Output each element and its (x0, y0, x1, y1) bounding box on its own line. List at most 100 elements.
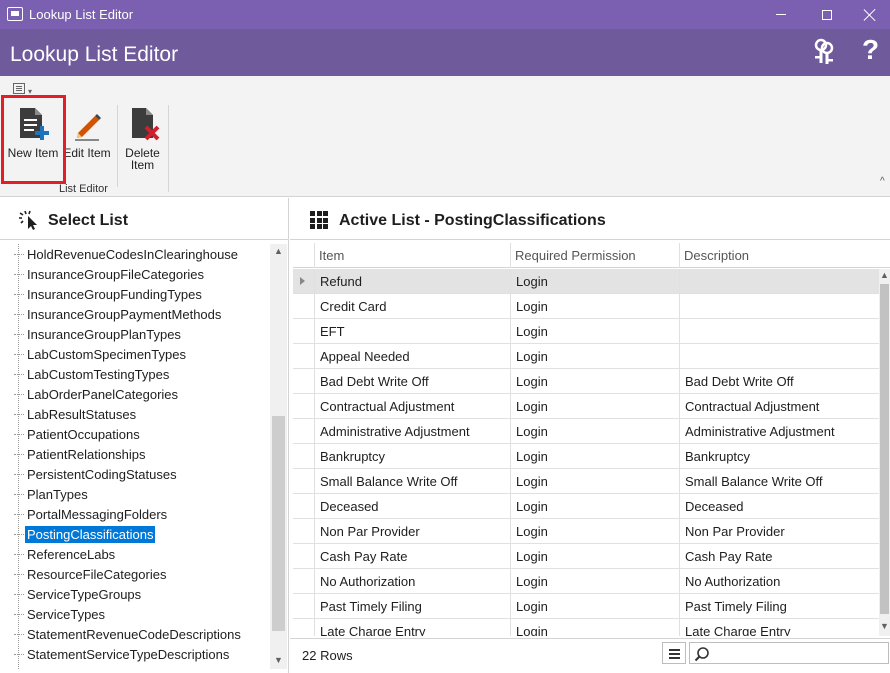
tree-item[interactable]: ResourceFileCategories (4, 564, 270, 584)
scroll-down-icon[interactable]: ▼ (270, 655, 287, 665)
column-header-description[interactable]: Description (679, 243, 879, 268)
cell-item[interactable]: Bankruptcy (314, 444, 510, 469)
cell-item[interactable]: Bad Debt Write Off (314, 369, 510, 394)
ribbon-collapse-icon[interactable]: ^ (880, 176, 885, 187)
tree-item[interactable]: PersistentCodingStatuses (4, 464, 270, 484)
cell-description[interactable]: Bankruptcy (679, 444, 879, 469)
table-row[interactable]: Late Charge Entry Login Late Charge Entry (293, 619, 879, 636)
tree-item[interactable]: InsuranceGroupPaymentMethods (4, 304, 270, 324)
scroll-up-icon[interactable]: ▲ (879, 270, 890, 280)
table-row[interactable]: No Authorization Login No Authorization (293, 569, 879, 594)
cell-item[interactable]: Late Charge Entry (314, 619, 510, 636)
table-row[interactable]: EFT Login (293, 319, 879, 344)
table-row[interactable]: Administrative Adjustment Login Administra… (293, 419, 879, 444)
cell-description[interactable]: Non Par Provider (679, 519, 879, 544)
table-row[interactable]: Non Par Provider Login Non Par Provider (293, 519, 879, 544)
cell-required-permission[interactable]: Login (510, 394, 679, 419)
cell-required-permission[interactable]: Login (510, 619, 679, 636)
table-row[interactable]: Refund Login (293, 269, 879, 294)
cell-item[interactable]: Small Balance Write Off (314, 469, 510, 494)
cell-item[interactable]: No Authorization (314, 569, 510, 594)
cell-description[interactable] (679, 319, 879, 344)
cell-required-permission[interactable]: Login (510, 469, 679, 494)
cell-description[interactable]: Small Balance Write Off (679, 469, 879, 494)
cell-description[interactable]: Cash Pay Rate (679, 544, 879, 569)
tree-item[interactable]: PostingClassifications (4, 524, 270, 544)
cell-required-permission[interactable]: Login (510, 494, 679, 519)
tree-item[interactable]: ServiceTypes (4, 604, 270, 624)
cell-required-permission[interactable]: Login (510, 419, 679, 444)
cell-description[interactable]: Deceased (679, 494, 879, 519)
cell-required-permission[interactable]: Login (510, 569, 679, 594)
cell-required-permission[interactable]: Login (510, 594, 679, 619)
tree-item[interactable]: LabCustomTestingTypes (4, 364, 270, 384)
cell-description[interactable] (679, 269, 879, 294)
tree-item[interactable]: StatementRevenueCodeDescriptions (4, 624, 270, 644)
table-row[interactable]: Deceased Login Deceased (293, 494, 879, 519)
tree-item[interactable]: ServiceTypeGroups (4, 584, 270, 604)
cell-item[interactable]: Deceased (314, 494, 510, 519)
tree-item[interactable]: PatientRelationships (4, 444, 270, 464)
tree-item[interactable]: LabResultStatuses (4, 404, 270, 424)
cell-description[interactable]: Administrative Adjustment (679, 419, 879, 444)
tree-item[interactable]: LabCustomSpecimenTypes (4, 344, 270, 364)
cell-item[interactable]: Refund (314, 269, 510, 294)
delete-item-button[interactable]: Delete Item (120, 106, 165, 171)
cell-description[interactable]: Past Timely Filing (679, 594, 879, 619)
column-header-item[interactable]: Item (314, 243, 510, 268)
table-row[interactable]: Bad Debt Write Off Login Bad Debt Write Of… (293, 369, 879, 394)
tree-scrollbar[interactable]: ▲ ▼ (270, 244, 287, 669)
table-row[interactable]: Appeal Needed Login (293, 344, 879, 369)
help-icon[interactable]: ? (862, 34, 879, 66)
cell-required-permission[interactable]: Login (510, 519, 679, 544)
cell-required-permission[interactable]: Login (510, 344, 679, 369)
cell-description[interactable]: Contractual Adjustment (679, 394, 879, 419)
cell-description[interactable] (679, 294, 879, 319)
keys-icon[interactable] (812, 38, 836, 66)
tree-item[interactable]: PlanTypes (4, 484, 270, 504)
tree-item[interactable]: InsuranceGroupPlanTypes (4, 324, 270, 344)
cell-required-permission[interactable]: Login (510, 294, 679, 319)
close-button[interactable] (850, 0, 890, 29)
cell-required-permission[interactable]: Login (510, 369, 679, 394)
cell-item[interactable]: Credit Card (314, 294, 510, 319)
tree-item[interactable]: PatientOccupations (4, 424, 270, 444)
cell-item[interactable]: Contractual Adjustment (314, 394, 510, 419)
grid-menu-button[interactable] (662, 642, 686, 664)
tree-item[interactable]: PortalMessagingFolders (4, 504, 270, 524)
table-row[interactable]: Bankruptcy Login Bankruptcy (293, 444, 879, 469)
grid-scroll-thumb[interactable] (880, 284, 889, 614)
scroll-down-icon[interactable]: ▼ (879, 621, 890, 631)
cell-required-permission[interactable]: Login (510, 319, 679, 344)
table-row[interactable]: Credit Card Login (293, 294, 879, 319)
tree-item[interactable]: HoldRevenueCodesInClearinghouse (4, 244, 270, 264)
tree-item[interactable]: InsuranceGroupFundingTypes (4, 284, 270, 304)
cell-item[interactable]: EFT (314, 319, 510, 344)
table-row[interactable]: Past Timely Filing Login Past Timely Filin… (293, 594, 879, 619)
tree-item[interactable]: LabOrderPanelCategories (4, 384, 270, 404)
cell-item[interactable]: Non Par Provider (314, 519, 510, 544)
table-row[interactable]: Small Balance Write Off Login Small Balanc… (293, 469, 879, 494)
cell-item[interactable]: Cash Pay Rate (314, 544, 510, 569)
cell-required-permission[interactable]: Login (510, 544, 679, 569)
cell-description[interactable]: No Authorization (679, 569, 879, 594)
cell-description[interactable]: Late Charge Entry (679, 619, 879, 636)
search-input[interactable] (689, 642, 889, 664)
cell-item[interactable]: Past Timely Filing (314, 594, 510, 619)
cell-description[interactable] (679, 344, 879, 369)
cell-required-permission[interactable]: Login (510, 444, 679, 469)
cell-item[interactable]: Administrative Adjustment (314, 419, 510, 444)
maximize-button[interactable] (804, 0, 850, 29)
scroll-up-icon[interactable]: ▲ (270, 246, 287, 256)
tree-item[interactable]: InsuranceGroupFileCategories (4, 264, 270, 284)
edit-item-button[interactable]: Edit Item (62, 106, 112, 159)
table-row[interactable]: Contractual Adjustment Login Contractual A… (293, 394, 879, 419)
tree-item[interactable]: ReferenceLabs (4, 544, 270, 564)
grid-scrollbar[interactable]: ▲ ▼ (879, 269, 890, 636)
table-row[interactable]: Cash Pay Rate Login Cash Pay Rate (293, 544, 879, 569)
cell-description[interactable]: Bad Debt Write Off (679, 369, 879, 394)
cell-item[interactable]: Appeal Needed (314, 344, 510, 369)
tree-scroll-thumb[interactable] (272, 416, 285, 631)
column-header-required-permission[interactable]: Required Permission (510, 243, 679, 268)
minimize-button[interactable] (758, 0, 804, 29)
